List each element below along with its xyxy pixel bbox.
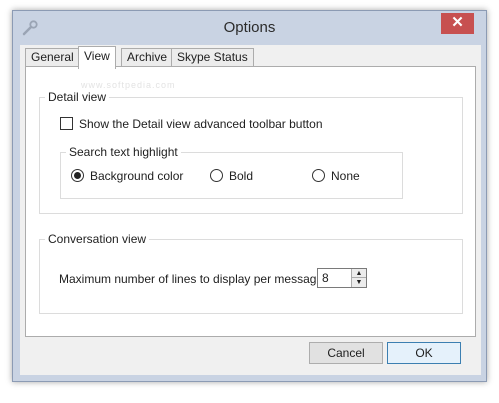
tab-view[interactable]: View xyxy=(78,46,116,69)
radio-none-label[interactable]: None xyxy=(331,169,360,183)
view-tab-panel: www.softpedia.com Detail view Show the D… xyxy=(25,66,476,337)
radio-background-color[interactable] xyxy=(71,169,84,182)
spin-down-icon[interactable]: ▼ xyxy=(352,278,366,287)
cancel-button[interactable]: Cancel xyxy=(309,342,383,364)
tab-archive[interactable]: Archive xyxy=(121,48,174,67)
detail-view-legend: Detail view xyxy=(45,90,110,104)
tab-general[interactable]: General xyxy=(25,48,80,67)
close-button[interactable]: ✕ xyxy=(441,13,474,34)
max-lines-label: Maximum number of lines to display per m… xyxy=(59,272,350,286)
conversation-view-legend: Conversation view xyxy=(45,232,150,246)
conversation-view-group: Conversation view Maximum number of line… xyxy=(39,232,463,314)
max-lines-value[interactable]: 8 xyxy=(322,271,329,285)
show-toolbar-label[interactable]: Show the Detail view advanced toolbar bu… xyxy=(79,117,323,131)
search-highlight-legend: Search text highlight xyxy=(66,145,181,159)
ok-button[interactable]: OK xyxy=(387,342,461,364)
spin-up-icon[interactable]: ▲ xyxy=(352,269,366,278)
tab-skype-status[interactable]: Skype Status xyxy=(171,48,254,67)
radio-bold-label[interactable]: Bold xyxy=(229,169,253,183)
title-bar[interactable]: Options ✕ xyxy=(13,11,486,45)
close-icon: ✕ xyxy=(451,14,464,31)
radio-none[interactable] xyxy=(312,169,325,182)
watermark: www.softpedia.com xyxy=(81,80,176,90)
options-window: Options ✕ General View Archive Skype Sta… xyxy=(12,10,487,382)
spin-buttons: ▲ ▼ xyxy=(351,269,366,287)
radio-bold[interactable] xyxy=(210,169,223,182)
show-toolbar-checkbox[interactable] xyxy=(60,117,73,130)
window-title: Options xyxy=(223,19,276,36)
radio-background-color-label[interactable]: Background color xyxy=(90,169,183,183)
dialog-client-area: General View Archive Skype Status www.so… xyxy=(20,45,481,375)
search-highlight-group: Search text highlight Background color B… xyxy=(60,145,403,199)
detail-view-group: Detail view Show the Detail view advance… xyxy=(39,90,463,214)
max-lines-stepper[interactable]: 8 ▲ ▼ xyxy=(317,268,367,288)
